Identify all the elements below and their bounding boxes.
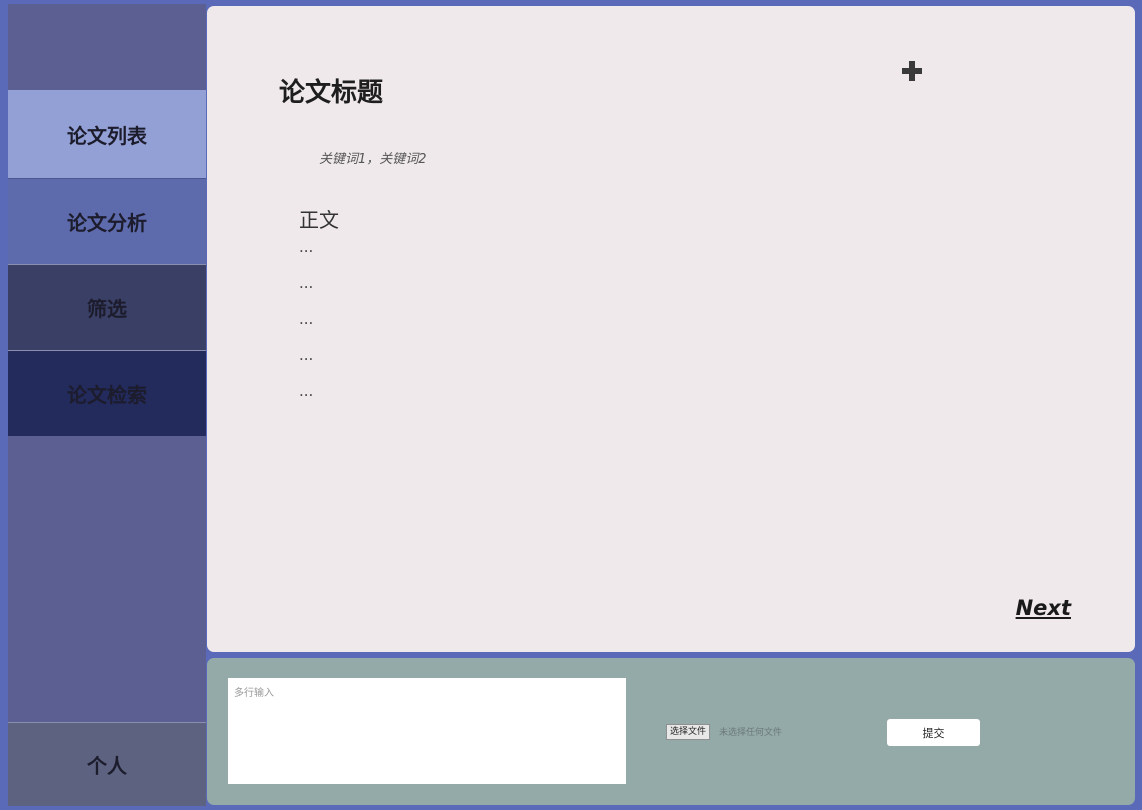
body-line: ... xyxy=(299,382,314,400)
body-line: ... xyxy=(299,274,314,292)
submit-button[interactable]: 提交 xyxy=(887,719,980,746)
file-status-text: 未选择任何文件 xyxy=(719,728,783,738)
sidebar-item-label: 论文列表 xyxy=(67,123,147,148)
paper-content-panel: 论文标题 关键词1，关键词2 正文 ... ... ... ... ... Ne… xyxy=(207,6,1135,652)
add-button[interactable] xyxy=(899,58,925,84)
sidebar-item-label: 个人 xyxy=(87,754,127,778)
paper-title: 论文标题 xyxy=(279,78,384,108)
body-line: ... xyxy=(299,310,314,328)
sidebar-item-paper-analysis[interactable]: 论文分析 xyxy=(8,178,206,264)
sidebar-item-label: 筛选 xyxy=(87,297,127,321)
input-panel: 选择文件 未选择任何文件 提交 xyxy=(207,658,1135,805)
body-line: ... xyxy=(299,238,314,256)
sidebar-item-filter[interactable]: 筛选 xyxy=(8,264,206,350)
sidebar-item-paper-list[interactable]: 论文列表 xyxy=(8,90,206,178)
sidebar-item-label: 论文分析 xyxy=(67,211,147,235)
sidebar-item-personal[interactable]: 个人 xyxy=(8,722,206,806)
sidebar: 论文列表 论文分析 筛选 论文检索 个人 xyxy=(8,4,206,806)
body-heading: 正文 xyxy=(299,208,339,232)
sidebar-item-paper-search[interactable]: 论文检索 xyxy=(8,350,206,436)
multiline-input[interactable] xyxy=(228,678,626,784)
submit-label: 提交 xyxy=(922,726,945,740)
sidebar-item-label: 论文检索 xyxy=(67,383,147,407)
paper-body: 正文 ... ... ... ... ... xyxy=(299,204,339,418)
paper-keywords: 关键词1，关键词2 xyxy=(319,152,427,167)
choose-file-button[interactable]: 选择文件 xyxy=(666,724,711,740)
body-line: ... xyxy=(299,346,314,364)
plus-icon xyxy=(902,61,922,81)
next-link[interactable]: Next xyxy=(1016,596,1071,620)
